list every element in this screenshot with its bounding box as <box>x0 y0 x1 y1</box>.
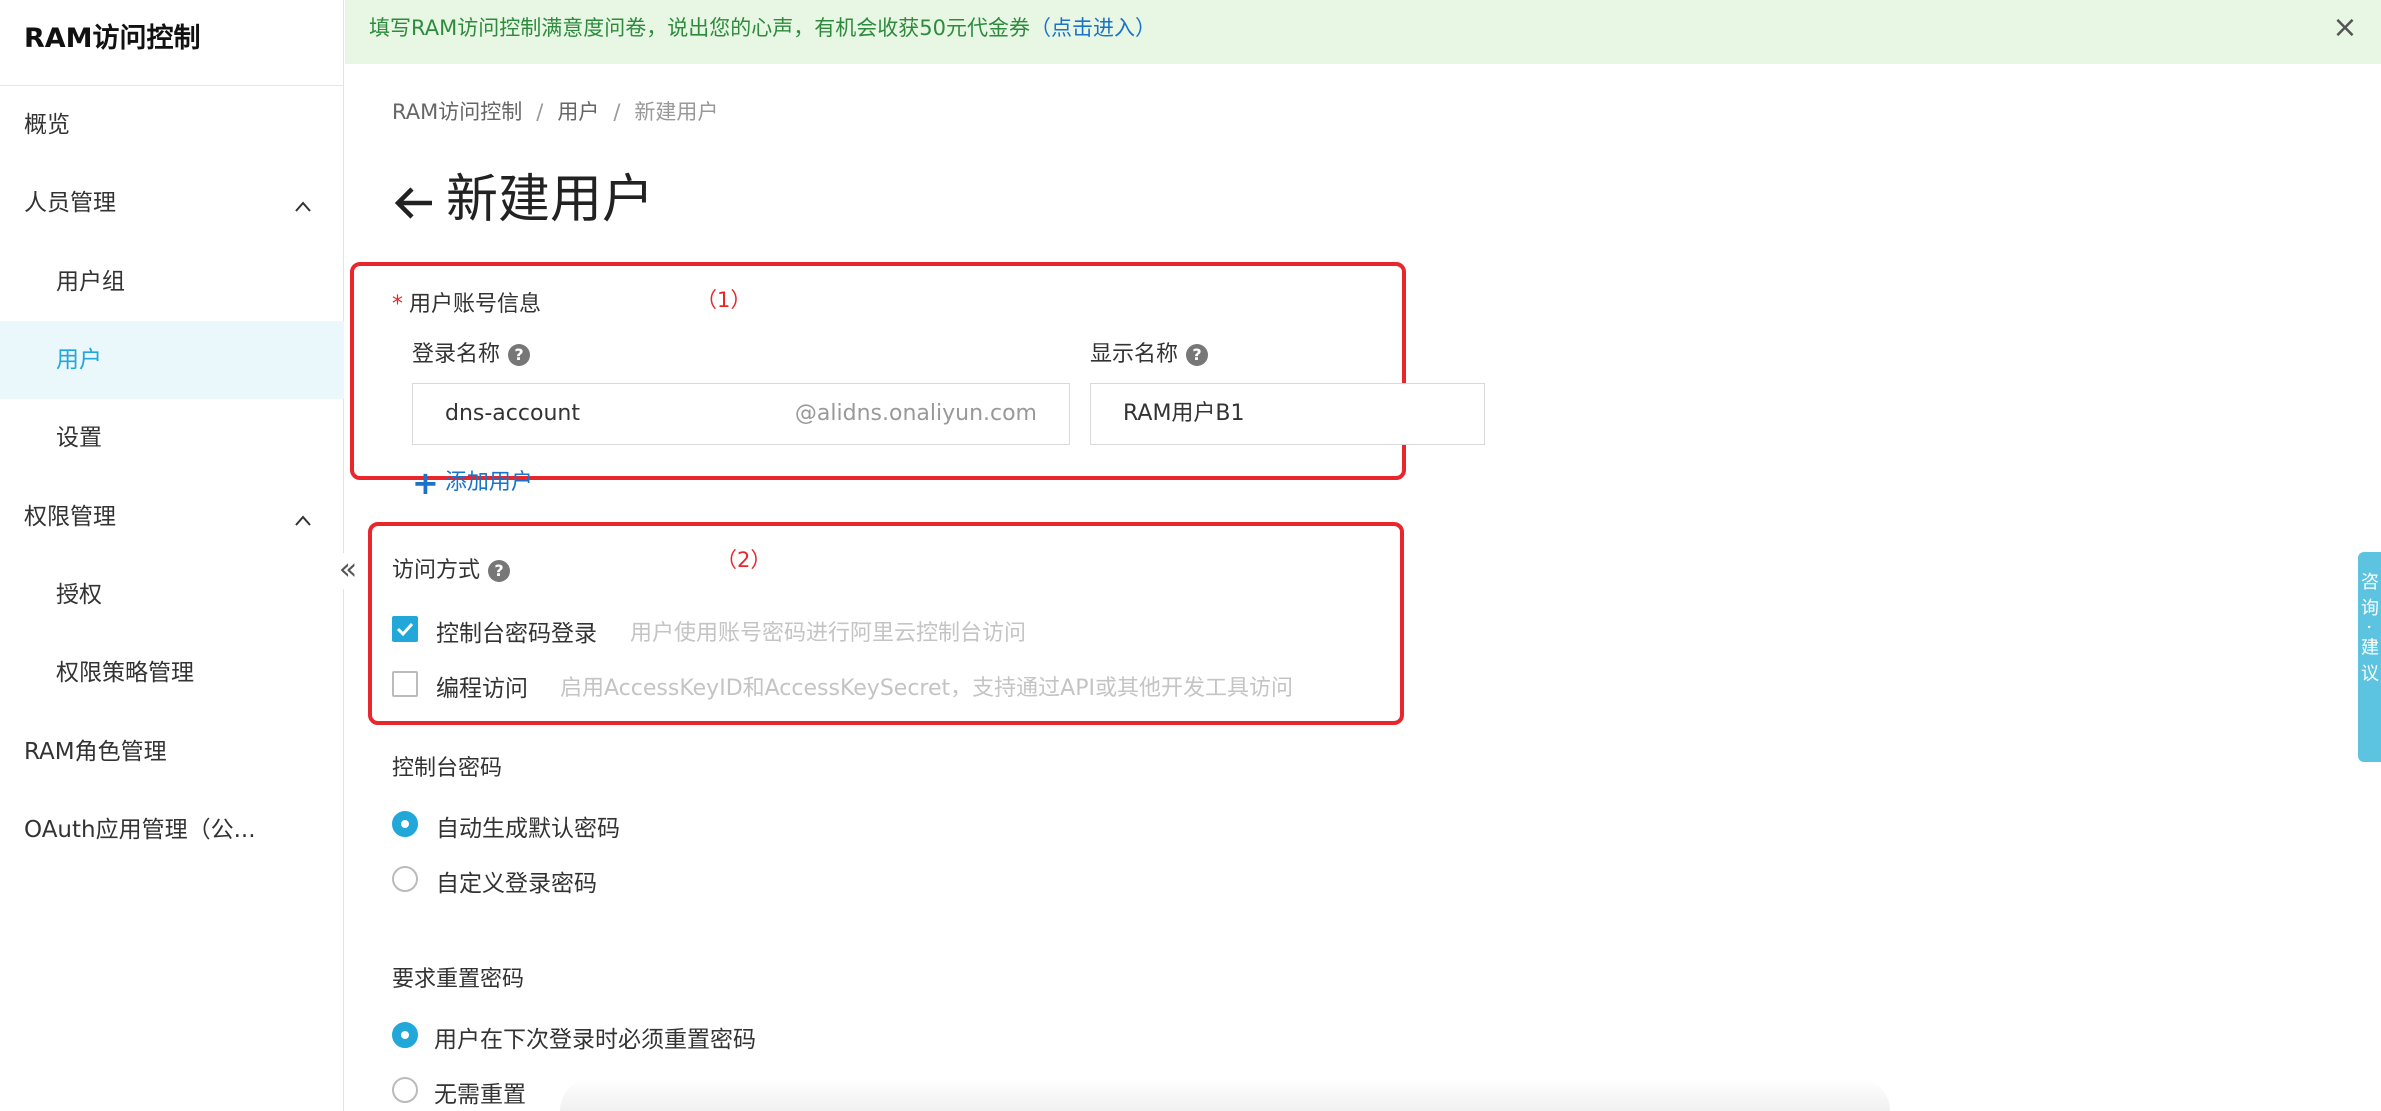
breadcrumb-item-ram[interactable]: RAM访问控制 <box>392 100 522 124</box>
login-name-suffix: @alidns.onaliyun.com <box>794 401 1037 426</box>
account-info-text: 用户账号信息 <box>409 292 542 317</box>
sidebar-item-settings[interactable]: 设置 <box>0 399 344 477</box>
collapse-sidebar-icon[interactable]: « <box>334 553 362 589</box>
chevron-up-icon <box>295 201 311 212</box>
breadcrumb-separator: / <box>536 100 544 124</box>
sidebar-item-policies[interactable]: 权限策略管理 <box>0 634 344 712</box>
must-reset-radio[interactable] <box>392 1022 418 1048</box>
sidebar-item-people-management[interactable]: 人员管理 <box>0 164 344 242</box>
close-icon[interactable]: × <box>2331 13 2359 43</box>
chevron-up-icon <box>295 515 311 526</box>
breadcrumb-item-users[interactable]: 用户 <box>557 100 599 124</box>
app-title: RAM访问控制 <box>0 0 343 86</box>
custom-password-label[interactable]: 自定义登录密码 <box>436 864 597 898</box>
sidebar-item-permission-management[interactable]: 权限管理 <box>0 478 344 556</box>
display-name-label: 显示名称? <box>1090 336 1209 368</box>
programmatic-access-checkbox[interactable] <box>392 671 418 697</box>
annotation-label-1: （1） <box>696 288 752 312</box>
sidebar-item-label: 权限管理 <box>24 504 116 530</box>
login-name-text: 登录名称 <box>412 342 501 367</box>
custom-password-radio[interactable] <box>392 866 418 892</box>
help-icon[interactable]: ? <box>1186 344 1209 366</box>
sidebar-item-ram-roles[interactable]: RAM角色管理 <box>0 713 344 791</box>
annotation-label-2: （2） <box>716 548 772 572</box>
account-info-label: * 用户账号信息 <box>392 286 541 318</box>
banner-link[interactable]: （点击进入） <box>1030 16 1156 40</box>
sidebar-item-oauth-apps[interactable]: OAuth应用管理（公... <box>0 791 344 869</box>
sidebar-item-grants[interactable]: 授权 <box>0 556 344 634</box>
page-title-text: 新建用户 <box>446 170 655 230</box>
page-title: 新建用户 <box>392 165 654 235</box>
sidebar-item-overview[interactable]: 概览 <box>0 86 344 164</box>
plus-icon: + <box>412 464 439 502</box>
sidebar-item-label: 人员管理 <box>24 190 116 216</box>
display-name-value: RAM用户B1 <box>1123 401 1245 426</box>
sidebar-item-user-groups[interactable]: 用户组 <box>0 243 344 321</box>
access-method-label: 访问方式? <box>392 552 511 584</box>
display-name-text: 显示名称 <box>1090 342 1179 367</box>
must-reset-label[interactable]: 用户在下次登录时必须重置密码 <box>434 1020 756 1054</box>
breadcrumb-item-current: 新建用户 <box>634 100 719 124</box>
console-login-label[interactable]: 控制台密码登录 <box>436 614 597 648</box>
banner-text: 填写RAM访问控制满意度问卷，说出您的心声，有机会收获50元代金券 <box>369 16 1030 40</box>
checkmark-icon <box>396 622 414 637</box>
console-login-checkbox[interactable] <box>392 616 418 642</box>
help-icon[interactable]: ? <box>488 560 511 582</box>
auto-password-label[interactable]: 自动生成默认密码 <box>436 809 620 843</box>
breadcrumb-separator: / <box>613 100 621 124</box>
programmatic-access-label[interactable]: 编程访问 <box>436 669 528 703</box>
sidebar: RAM访问控制 概览 人员管理 用户组 用户 设置 权限管理 授权 权限策略管理… <box>0 0 344 1111</box>
feedback-tab[interactable]: 咨询·建议 <box>2358 552 2381 762</box>
required-mark: * <box>392 292 403 317</box>
console-password-label: 控制台密码 <box>392 756 503 781</box>
display-name-input[interactable]: RAM用户B1 <box>1090 383 1485 445</box>
sidebar-item-users[interactable]: 用户 <box>0 321 344 399</box>
add-user-label: 添加用户 <box>444 470 533 495</box>
help-icon[interactable]: ? <box>508 344 531 366</box>
banner-message: 填写RAM访问控制满意度问卷，说出您的心声，有机会收获50元代金券（点击进入） <box>369 0 1156 56</box>
breadcrumb: RAM访问控制 / 用户 / 新建用户 <box>392 96 718 128</box>
survey-banner: 填写RAM访问控制满意度问卷，说出您的心声，有机会收获50元代金券（点击进入） … <box>345 0 2381 64</box>
programmatic-access-hint: 启用AccessKeyID和AccessKeySecret，支持通过API或其他… <box>560 676 1293 701</box>
login-name-value: dns-account <box>445 401 580 426</box>
back-arrow-icon[interactable] <box>392 181 436 225</box>
console-login-hint: 用户使用账号密码进行阿里云控制台访问 <box>630 621 1027 646</box>
access-method-text: 访问方式 <box>392 558 481 583</box>
bottom-shadow <box>560 1078 1890 1111</box>
auto-password-radio[interactable] <box>392 811 418 837</box>
no-reset-label[interactable]: 无需重置 <box>434 1075 526 1109</box>
no-reset-radio[interactable] <box>392 1077 418 1103</box>
reset-password-label: 要求重置密码 <box>392 967 525 992</box>
add-user-button[interactable]: + 添加用户 <box>412 466 533 500</box>
login-name-label: 登录名称? <box>412 336 531 368</box>
login-name-input[interactable]: dns-account @alidns.onaliyun.com <box>412 383 1070 445</box>
